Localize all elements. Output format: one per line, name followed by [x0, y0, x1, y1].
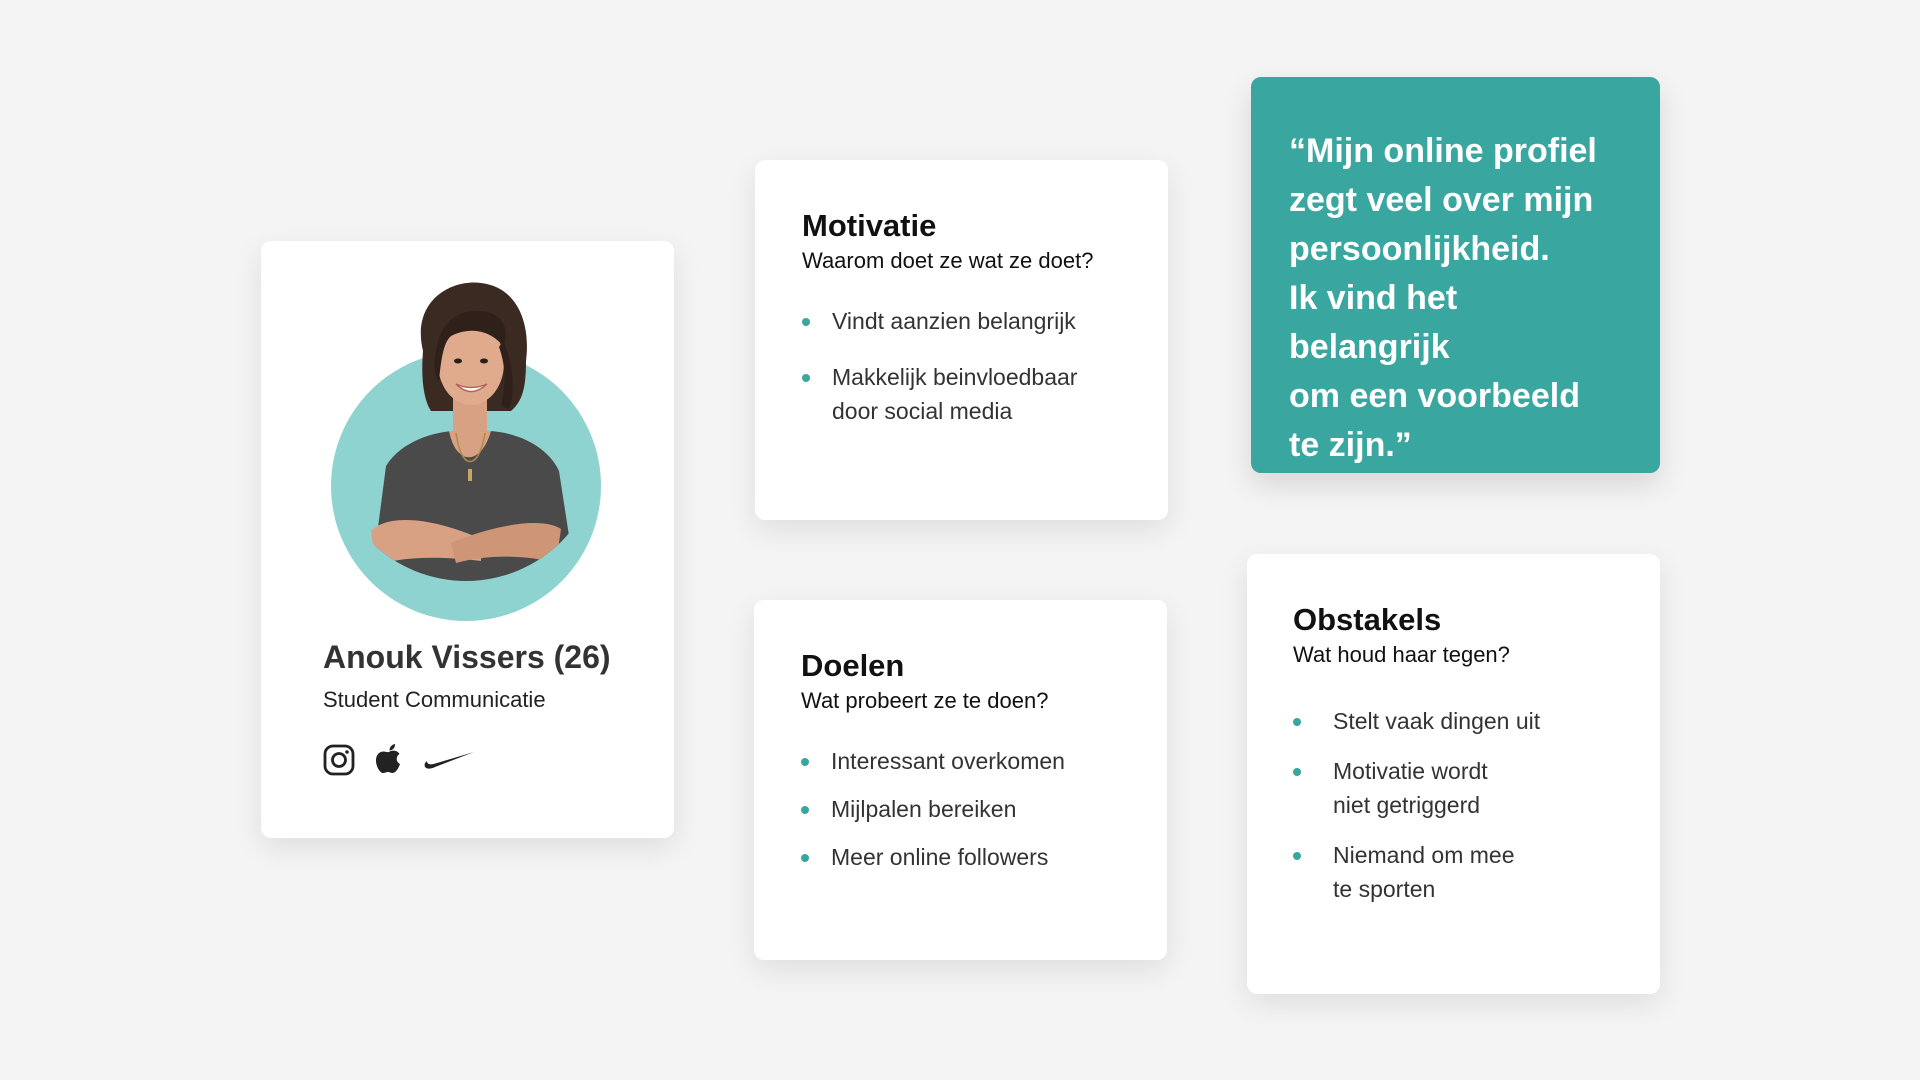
bullet-list: Interessant overkomen Mijlpalen bereiken…	[801, 744, 1120, 874]
doelen-card: Doelen Wat probeert ze te doen? Interess…	[754, 600, 1167, 960]
bullet-list: Vindt aanzien belangrijk Makkelijk beinv…	[802, 304, 1121, 428]
bullet-list: Stelt vaak dingen uit Motivatie wordt ni…	[1293, 704, 1614, 906]
list-item: Niemand om mee te sporten	[1293, 838, 1614, 906]
person-photo	[371, 282, 576, 581]
nike-icon	[423, 743, 475, 777]
card-title: Obstakels	[1293, 602, 1442, 637]
apple-icon	[373, 743, 405, 777]
obstakels-card: Obstakels Wat houd haar tegen? Stelt vaa…	[1247, 554, 1660, 994]
profile-role: Student Communicatie	[323, 687, 546, 712]
list-item: Motivatie wordt niet getriggerd	[1293, 754, 1614, 822]
list-item: Makkelijk beinvloedbaar door social medi…	[802, 360, 1121, 428]
instagram-icon	[323, 743, 355, 777]
list-item: Vindt aanzien belangrijk	[802, 304, 1121, 338]
card-subtitle: Waarom doet ze wat ze doet?	[802, 248, 1094, 273]
quote-card: “Mijn online profiel zegt veel over mijn…	[1251, 77, 1660, 473]
motivatie-card: Motivatie Waarom doet ze wat ze doet? Vi…	[755, 160, 1168, 520]
card-title: Motivatie	[802, 208, 937, 243]
profile-name: Anouk Vissers (26)	[323, 639, 611, 675]
brand-icons	[323, 743, 475, 777]
card-subtitle: Wat houd haar tegen?	[1293, 642, 1510, 667]
list-item: Meer online followers	[801, 840, 1120, 874]
profile-card: Anouk Vissers (26) Student Communicatie	[261, 241, 674, 838]
avatar	[331, 281, 601, 621]
card-subtitle: Wat probeert ze te doen?	[801, 688, 1049, 713]
list-item: Mijlpalen bereiken	[801, 792, 1120, 826]
list-item: Stelt vaak dingen uit	[1293, 704, 1614, 738]
quote-text: “Mijn online profiel zegt veel over mijn…	[1289, 132, 1597, 464]
card-title: Doelen	[801, 648, 905, 683]
list-item: Interessant overkomen	[801, 744, 1120, 778]
